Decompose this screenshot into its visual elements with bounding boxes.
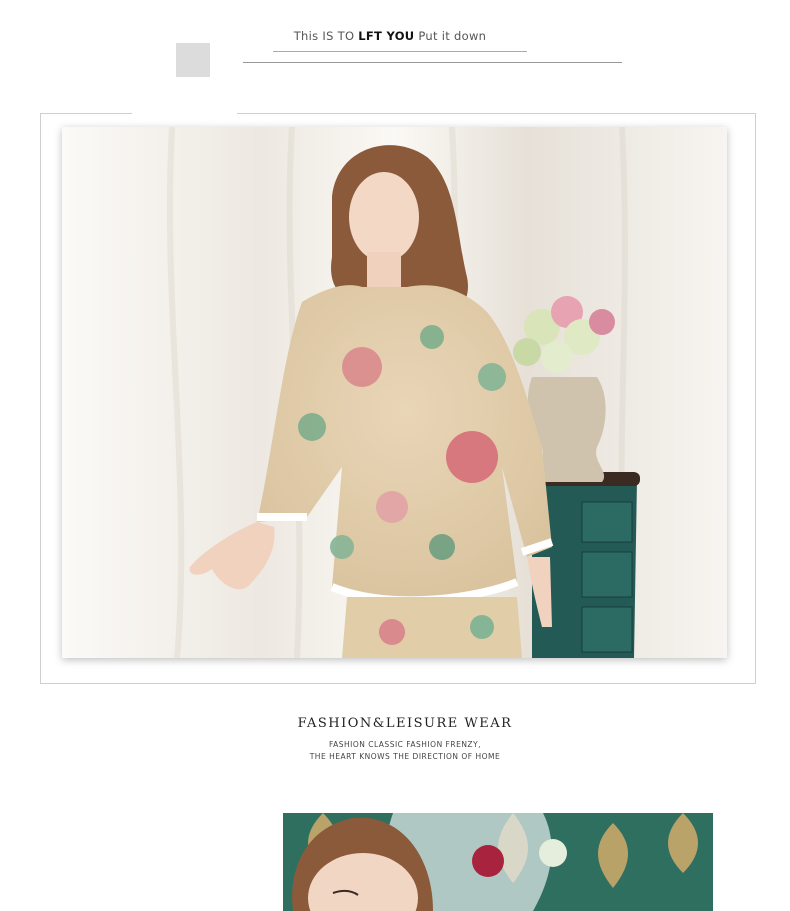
tagline-emphasis: LFT YOU xyxy=(358,29,415,43)
header-divider-long xyxy=(243,62,622,63)
section-title: FASHION&LEISURE WEAR xyxy=(297,716,513,731)
frame-gap xyxy=(132,110,237,118)
product-photo xyxy=(62,127,727,658)
tagline-start: This IS TO xyxy=(293,29,359,43)
section-subtitle-line2: THE HEART KNOWS THE DIRECTION OF HOME xyxy=(309,752,501,761)
section-subtitle-line1: FASHION CLASSIC FASHION FRENZY, xyxy=(328,740,482,749)
second-product-photo xyxy=(283,813,713,911)
tagline-end: Put it down xyxy=(414,29,487,43)
decorative-square xyxy=(176,43,210,77)
header-divider-short xyxy=(273,51,527,52)
header-tagline: This IS TO LFT YOU Put it down xyxy=(0,29,780,43)
